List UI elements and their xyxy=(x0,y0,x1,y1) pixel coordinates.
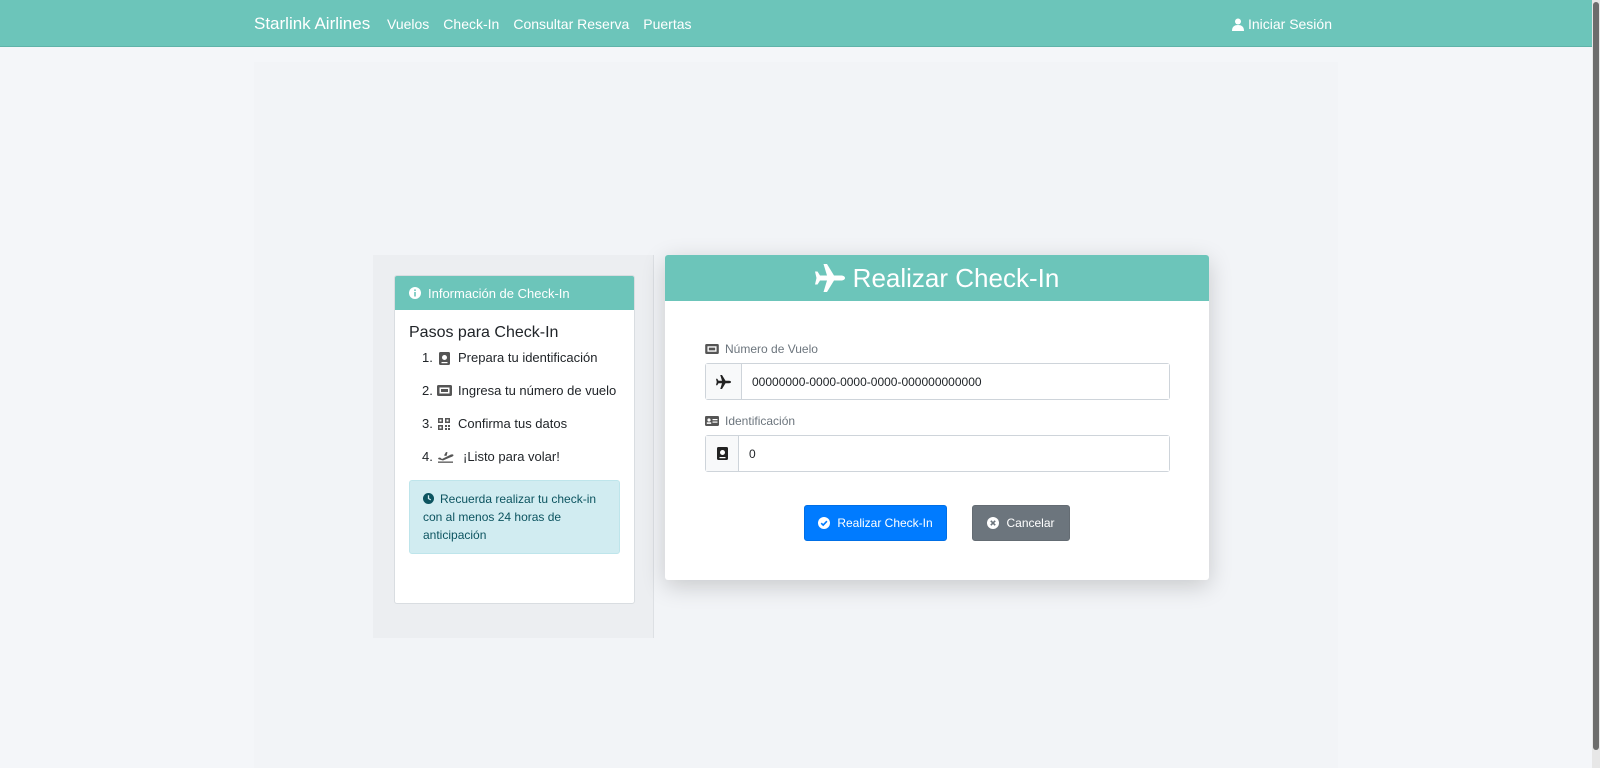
step-text: Prepara tu identificación xyxy=(458,350,598,365)
step-item: 3. Confirma tus datos xyxy=(422,414,620,434)
step-item: 2. Ingresa tu número de vuelo xyxy=(422,381,620,401)
brand-link[interactable]: Starlink Airlines xyxy=(254,14,370,34)
step-number: 2. xyxy=(422,383,433,398)
flight-number-input[interactable] xyxy=(742,364,1169,399)
step-item: 1. Prepara tu identificación xyxy=(422,348,620,368)
modal-title: Realizar Check-In xyxy=(852,262,1060,293)
nav-link-consultar-reserva[interactable]: Consultar Reserva xyxy=(513,16,629,32)
login-link[interactable]: Iniciar Sesión xyxy=(1231,16,1332,32)
step-text: Confirma tus datos xyxy=(458,416,568,431)
flight-number-input-group xyxy=(705,363,1170,400)
check-circle-icon xyxy=(818,517,831,529)
id-card-icon xyxy=(705,416,719,426)
identification-input-addon xyxy=(706,436,739,471)
reminder-alert: Recuerda realizar tu check-in con al men… xyxy=(409,480,620,554)
identification-label: Identificación xyxy=(725,414,796,428)
submit-checkin-label: Realizar Check-In xyxy=(837,516,933,530)
ticket-icon xyxy=(705,344,719,354)
step-number: 4. xyxy=(422,449,433,464)
step-text: ¡Listo para volar! xyxy=(463,449,560,464)
times-circle-icon xyxy=(987,517,1000,529)
user-icon xyxy=(1231,18,1244,31)
checkin-info-card: Información de Check-In Pasos para Check… xyxy=(394,275,635,604)
identification-input[interactable] xyxy=(739,436,1169,471)
flight-number-label-row: Número de Vuelo xyxy=(705,341,1170,357)
flight-number-label: Número de Vuelo xyxy=(725,342,818,356)
checkin-modal: Realizar Check-In Número de Vuelo Identi… xyxy=(665,255,1209,580)
step-number: 1. xyxy=(422,350,433,365)
scrollbar-thumb[interactable] xyxy=(1593,2,1599,750)
nav-link-puertas[interactable]: Puertas xyxy=(643,16,691,32)
cancel-button[interactable]: Cancelar xyxy=(972,505,1070,541)
cancel-label: Cancelar xyxy=(1006,516,1055,530)
nav-link-check-in[interactable]: Check-In xyxy=(443,16,499,32)
info-card-body: Pasos para Check-In 1. Prepara tu identi… xyxy=(395,310,634,554)
info-card-title: Información de Check-In xyxy=(428,285,570,301)
submit-checkin-button[interactable]: Realizar Check-In xyxy=(804,505,947,541)
step-text: Ingresa tu número de vuelo xyxy=(458,383,617,398)
flight-number-group: Número de Vuelo xyxy=(705,341,1170,400)
plane-departure-icon xyxy=(436,447,454,467)
plane-icon xyxy=(814,264,845,292)
steps-title: Pasos para Check-In xyxy=(409,324,559,341)
passport-icon xyxy=(716,447,728,460)
nav-links: Vuelos Check-In Consultar Reserva Puerta… xyxy=(387,16,692,32)
plane-icon xyxy=(715,374,731,389)
step-number: 3. xyxy=(422,416,433,431)
info-card-header: Información de Check-In xyxy=(395,276,634,310)
clock-icon xyxy=(423,493,434,504)
top-navbar: Starlink Airlines Vuelos Check-In Consul… xyxy=(0,0,1600,47)
ticket-icon xyxy=(436,381,452,401)
nav-link-vuelos[interactable]: Vuelos xyxy=(387,16,429,32)
login-label: Iniciar Sesión xyxy=(1247,16,1332,32)
modal-header: Realizar Check-In xyxy=(665,255,1209,301)
flight-input-addon xyxy=(706,364,742,399)
identification-label-row: Identificación xyxy=(705,413,1170,429)
identification-input-group xyxy=(705,435,1170,472)
info-icon xyxy=(409,287,421,299)
reminder-text: Recuerda realizar tu check-in con al men… xyxy=(423,492,597,542)
qrcode-icon xyxy=(436,414,452,434)
step-item: 4. ¡Listo para volar! xyxy=(422,447,620,467)
passport-icon xyxy=(436,348,452,368)
page-scrollbar[interactable] xyxy=(1592,0,1600,768)
identification-group: Identificación xyxy=(705,413,1170,472)
